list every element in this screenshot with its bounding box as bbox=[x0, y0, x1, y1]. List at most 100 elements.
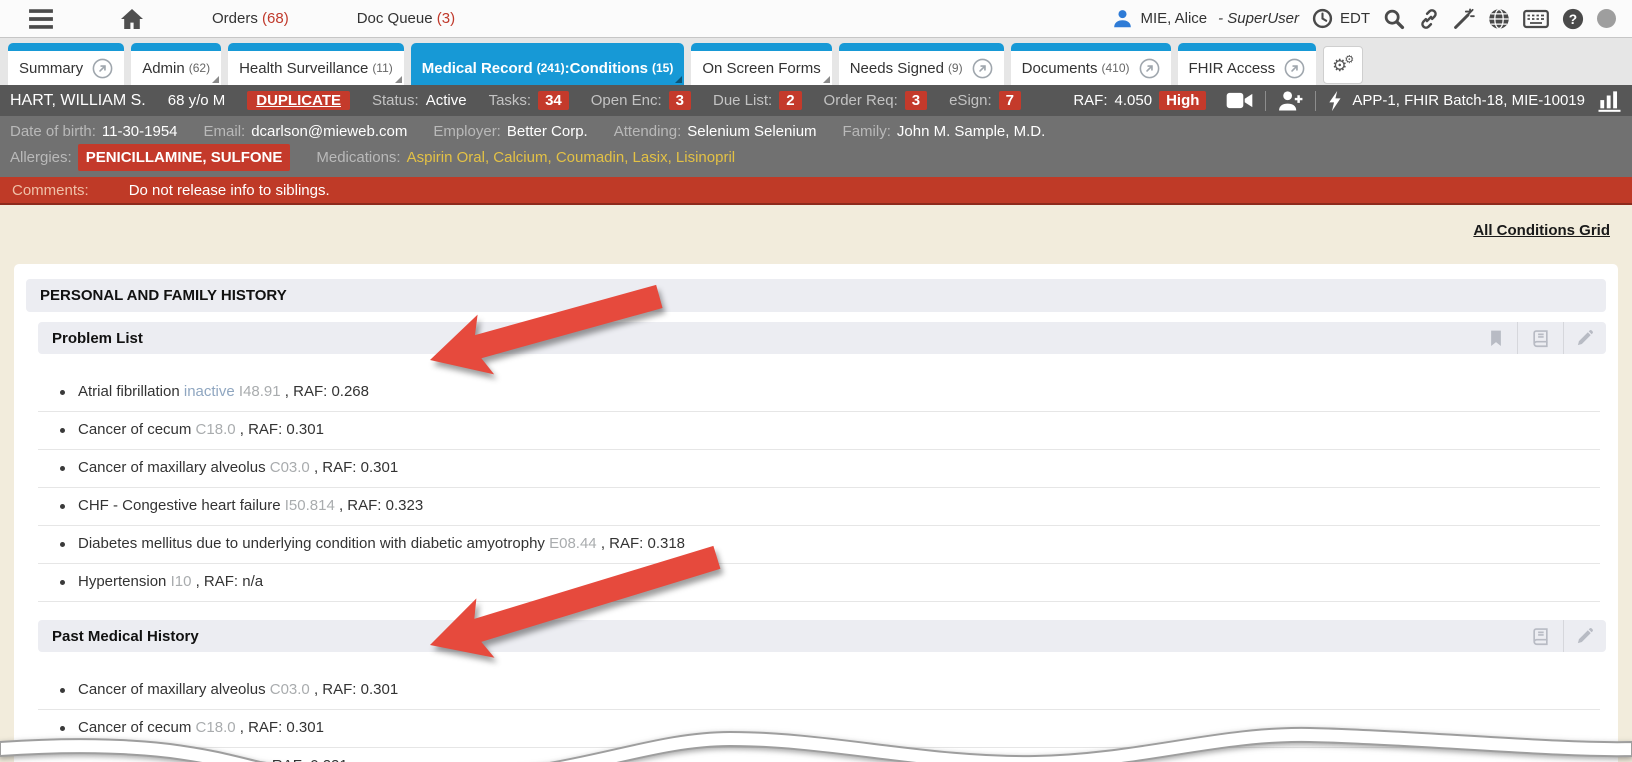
top-nav-orders[interactable]: Orders (68) bbox=[212, 10, 289, 27]
link-icon[interactable] bbox=[1418, 8, 1440, 30]
raf-level-badge[interactable]: High bbox=[1159, 91, 1206, 110]
popout-icon[interactable] bbox=[92, 58, 113, 79]
tab-count: (11) bbox=[368, 61, 392, 75]
condition-code: I50.814 bbox=[285, 497, 339, 514]
timezone-label: EDT bbox=[1340, 10, 1370, 27]
open-enc-badge[interactable]: 3 bbox=[669, 91, 691, 110]
tab-documents[interactable]: Documents(410) bbox=[1011, 43, 1171, 85]
condition-name[interactable]: Atrial fibrillation bbox=[78, 383, 184, 400]
raf-value: 4.050 bbox=[1115, 92, 1153, 109]
esign-badge[interactable]: 7 bbox=[999, 91, 1021, 110]
lightning-bolt-icon[interactable] bbox=[1328, 90, 1342, 112]
tab-label: FHIR Access bbox=[1189, 60, 1276, 77]
add-person-icon[interactable] bbox=[1278, 90, 1303, 111]
problem-list-tools bbox=[1475, 322, 1606, 354]
attending-label: Attending: bbox=[614, 119, 682, 144]
condition-item: Cancer of maxillary alveolus C03.0 , RAF… bbox=[38, 450, 1600, 488]
tab-needs-signed[interactable]: Needs Signed(9) bbox=[839, 43, 1004, 85]
all-conditions-grid-link[interactable]: All Conditions Grid bbox=[1473, 222, 1610, 239]
tasks-count-badge[interactable]: 34 bbox=[538, 91, 569, 110]
nav-count: (68) bbox=[262, 10, 289, 27]
medication-link[interactable]: Lisinopril bbox=[676, 149, 735, 166]
order-req-label: Order Req: bbox=[824, 92, 898, 109]
wand-icon[interactable] bbox=[1453, 8, 1475, 30]
conditions-content: All Conditions Grid PERSONAL AND FAMILY … bbox=[0, 205, 1632, 762]
tab-count: (410) bbox=[1097, 61, 1129, 75]
condition-item: Hypertension I10 , RAF: n/a bbox=[38, 564, 1600, 602]
medication-link[interactable]: Lasix bbox=[633, 149, 668, 166]
help-icon[interactable]: ? bbox=[1562, 8, 1584, 30]
tab-health-surveillance[interactable]: Health Surveillance(11) bbox=[228, 43, 404, 85]
medication-link[interactable]: Calcium bbox=[493, 149, 547, 166]
tab-count: (62) bbox=[185, 61, 210, 75]
condition-name[interactable]: Cancer of maxillary alveolus bbox=[78, 681, 270, 698]
home-icon[interactable] bbox=[120, 8, 144, 30]
video-camera-icon[interactable] bbox=[1226, 91, 1253, 110]
top-bar: Orders (68) Doc Queue (3) MIE, Alice - Su… bbox=[0, 0, 1632, 38]
order-req-badge[interactable]: 3 bbox=[905, 91, 927, 110]
duplicate-flag-badge[interactable]: DUPLICATE bbox=[247, 91, 350, 110]
presence-indicator[interactable] bbox=[1597, 9, 1616, 28]
email-label: Email: bbox=[204, 119, 246, 144]
user-menu[interactable]: MIE, Alice - SuperUser bbox=[1112, 8, 1299, 29]
condition-raf: , RAF: n/a bbox=[196, 573, 264, 590]
condition-item: I25.2 , RAF: 0.221 bbox=[38, 748, 1600, 762]
condition-name[interactable]: Diabetes mellitus due to underlying cond… bbox=[78, 535, 549, 552]
top-nav: Orders (68) Doc Queue (3) bbox=[144, 10, 455, 27]
allergies-badge[interactable]: PENICILLAMINE, SULFONE bbox=[78, 144, 291, 171]
condition-raf: , RAF: 0.301 bbox=[314, 459, 398, 476]
bookmark-icon[interactable] bbox=[1475, 322, 1517, 354]
condition-item: Atrial fibrillation inactive I48.91 , RA… bbox=[38, 374, 1600, 412]
search-icon[interactable] bbox=[1383, 8, 1405, 30]
medication-link[interactable]: Coumadin bbox=[556, 149, 624, 166]
past-medical-history-header: Past Medical History bbox=[38, 620, 1606, 652]
globe-icon[interactable] bbox=[1488, 8, 1510, 30]
condition-code: I25.2 bbox=[226, 757, 264, 762]
medication-link[interactable]: Aspirin Oral bbox=[407, 149, 485, 166]
past-medical-history-list: Cancer of maxillary alveolus C03.0 , RAF… bbox=[38, 672, 1600, 762]
condition-code: C03.0 bbox=[270, 681, 314, 698]
user-role: - SuperUser bbox=[1218, 10, 1299, 27]
open-enc-label: Open Enc: bbox=[591, 92, 662, 109]
condition-name[interactable]: Cancer of cecum bbox=[78, 421, 196, 438]
employer-value: Better Corp. bbox=[507, 119, 588, 144]
condition-name[interactable]: Cancer of cecum bbox=[78, 719, 196, 736]
grid-link-row: All Conditions Grid bbox=[14, 205, 1618, 264]
tab-count: (241) bbox=[533, 61, 565, 75]
condition-name[interactable]: Cancer of maxillary alveolus bbox=[78, 459, 270, 476]
top-nav-doc-queue[interactable]: Doc Queue (3) bbox=[357, 10, 455, 27]
edit-pencil-icon[interactable] bbox=[1563, 322, 1606, 354]
bar-chart-icon[interactable] bbox=[1597, 90, 1622, 112]
popout-icon[interactable] bbox=[1284, 58, 1305, 79]
tab-settings-button[interactable]: ⚙⚙ bbox=[1323, 46, 1363, 84]
popout-icon[interactable] bbox=[972, 58, 993, 79]
journal-icon[interactable] bbox=[1518, 620, 1563, 652]
condition-raf: , RAF: 0.301 bbox=[240, 421, 324, 438]
tab-summary[interactable]: Summary bbox=[8, 43, 124, 85]
tab-count: (9) bbox=[944, 61, 963, 75]
condition-name[interactable]: CHF - Congestive heart failure bbox=[78, 497, 285, 514]
tab-admin[interactable]: Admin(62) bbox=[131, 43, 221, 85]
journal-icon[interactable] bbox=[1517, 322, 1563, 354]
popout-icon[interactable] bbox=[1139, 58, 1160, 79]
comments-text: Do not release info to siblings. bbox=[129, 182, 330, 199]
tab-medical-record[interactable]: Medical Record(241):Conditions(15) bbox=[411, 43, 685, 85]
tab-count: (15) bbox=[648, 61, 673, 75]
problem-list: Atrial fibrillation inactive I48.91 , RA… bbox=[38, 374, 1600, 602]
tab-label: :Conditions bbox=[565, 60, 648, 77]
condition-raf: , RAF: 0.323 bbox=[339, 497, 423, 514]
tab-fhir-access[interactable]: FHIR Access bbox=[1178, 43, 1317, 85]
keyboard-icon[interactable] bbox=[1523, 9, 1549, 29]
tab-on-screen-forms[interactable]: On Screen Forms bbox=[691, 43, 831, 85]
condition-raf: , RAF: 0.268 bbox=[285, 383, 369, 400]
tasks-label: Tasks: bbox=[489, 92, 532, 109]
status-label: Status: bbox=[372, 92, 419, 109]
edit-pencil-icon[interactable] bbox=[1563, 620, 1606, 652]
app-info-text: APP-1, FHIR Batch-18, MIE-10019 bbox=[1352, 92, 1585, 109]
due-list-badge[interactable]: 2 bbox=[779, 91, 801, 110]
hamburger-menu-icon[interactable] bbox=[28, 8, 54, 30]
nav-label: Doc Queue bbox=[357, 10, 437, 27]
patient-name: HART, WILLIAM S. bbox=[10, 92, 146, 110]
clock-icon[interactable] bbox=[1312, 8, 1333, 29]
condition-name[interactable]: Hypertension bbox=[78, 573, 171, 590]
